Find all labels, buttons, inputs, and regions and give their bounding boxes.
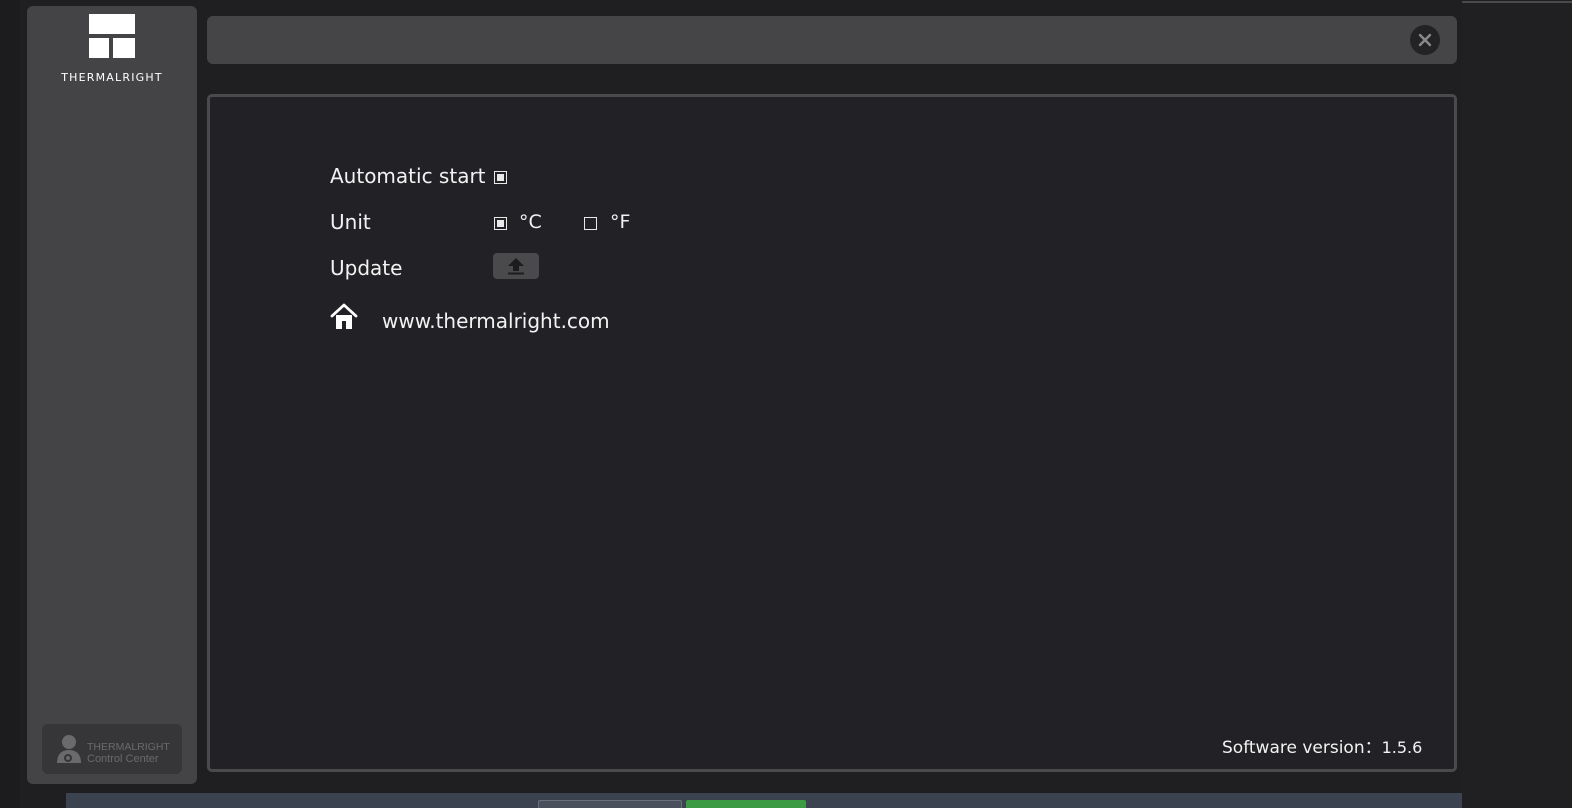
fahrenheit-label: °F (610, 211, 631, 233)
control-center-badge[interactable]: THERMALRIGHT Control Center (42, 724, 182, 774)
update-label: Update (330, 256, 403, 280)
automatic-start-checkbox[interactable] (494, 171, 507, 184)
home-icon (330, 303, 358, 329)
update-button[interactable] (493, 253, 539, 279)
fahrenheit-checkbox[interactable] (584, 217, 597, 230)
thermalright-logo-icon (89, 14, 135, 58)
title-bar (207, 16, 1457, 64)
background-button (538, 800, 682, 808)
background-window-edge (1462, 0, 1572, 808)
background-divider (1462, 1, 1572, 3)
website-link[interactable]: www.thermalright.com (382, 309, 610, 333)
close-icon (1418, 33, 1432, 47)
thermalright-logo: THERMALRIGHT (27, 14, 197, 84)
software-version: Software version：1.5.6 (1222, 733, 1422, 758)
close-button[interactable] (1410, 25, 1440, 55)
screen: THERMALRIGHT THERMALRIGHT Control Center… (0, 0, 1572, 808)
background-window-edge (0, 0, 20, 808)
upload-icon (508, 258, 524, 275)
logo-text: THERMALRIGHT (61, 71, 163, 84)
version-value: 1.5.6 (1381, 738, 1423, 757)
badge-subtitle: Control Center (87, 753, 159, 765)
celsius-checkbox[interactable] (494, 217, 507, 230)
badge-title: THERMALRIGHT (87, 741, 170, 753)
automatic-start-label: Automatic start (330, 164, 486, 188)
user-gear-icon (57, 735, 81, 763)
settings-panel: Automatic start Unit °C °F Update www.th… (207, 94, 1457, 772)
version-label: Software version： (1222, 738, 1382, 758)
unit-label: Unit (330, 210, 371, 234)
background-button (686, 800, 806, 808)
sidebar: THERMALRIGHT THERMALRIGHT Control Center (27, 6, 197, 784)
celsius-label: °C (519, 211, 542, 233)
